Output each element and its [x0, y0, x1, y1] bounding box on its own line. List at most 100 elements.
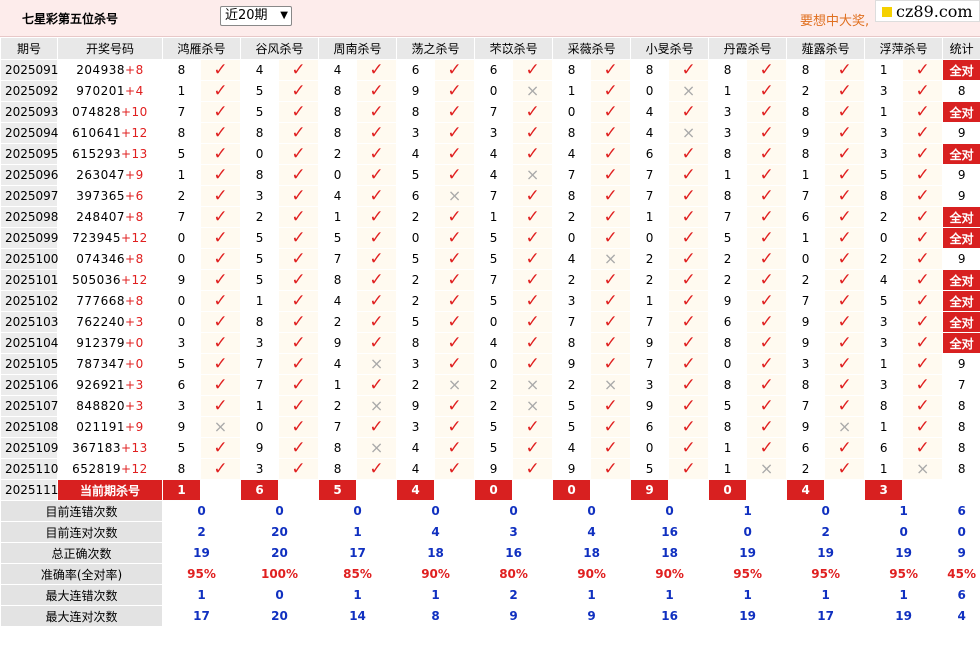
current-kill-spacer: [668, 479, 710, 501]
check-icon: ✓: [369, 80, 384, 101]
kill-value: 3: [864, 143, 904, 165]
row-stat: 9: [942, 164, 980, 186]
kill-mark: ✓: [199, 332, 242, 354]
stats-value: 95%: [161, 563, 242, 585]
kill-value: 0: [162, 311, 201, 333]
kill-value: 9: [162, 416, 201, 438]
kill-value: 3: [396, 416, 436, 438]
kill-mark: ✓: [590, 332, 632, 354]
stats-value: 16: [474, 542, 554, 564]
kill-value: 6: [630, 416, 670, 438]
draw-number: 762240+3: [57, 311, 163, 333]
kill-value: 5: [474, 416, 514, 438]
check-icon: ✓: [759, 80, 774, 101]
kill-mark: ✓: [902, 101, 944, 123]
kill-value: 8: [318, 80, 358, 102]
kill-mark: ✓: [512, 185, 554, 207]
kill-value: 0: [552, 101, 592, 123]
check-icon: ✓: [291, 185, 306, 206]
kill-mark: ✓: [902, 290, 944, 312]
check-icon: ✓: [447, 332, 462, 353]
kill-value: 8: [786, 101, 826, 123]
check-icon: ✓: [837, 458, 852, 479]
check-icon: ✓: [915, 185, 930, 206]
kill-value: 1: [474, 206, 514, 228]
check-icon: ✓: [837, 374, 852, 395]
kill-mark: ✓: [590, 458, 632, 480]
kill-mark: ✓: [278, 101, 320, 123]
draw-extra: +9: [125, 420, 144, 434]
kill-value: 7: [162, 206, 201, 228]
check-icon: ✓: [369, 227, 384, 248]
check-icon: ✓: [213, 185, 228, 206]
kill-value: 8: [162, 122, 201, 144]
promo-text[interactable]: 要想中大奖,: [800, 10, 869, 29]
stats-value: 45%: [942, 563, 980, 585]
kill-value: 3: [552, 290, 592, 312]
draw-extra: +3: [125, 315, 144, 329]
kill-mark: ✓: [590, 206, 632, 228]
stats-row: 总正确次数 19 20 17 18 16 18 18 19 19 19 9: [0, 542, 980, 564]
kill-mark: ✓: [590, 437, 632, 459]
kill-value: 8: [240, 311, 280, 333]
kill-value: 4: [552, 248, 592, 270]
draw-number: 367183+13: [57, 437, 163, 459]
column-header: 周南杀号: [318, 37, 398, 60]
kill-mark: ✓: [746, 437, 788, 459]
kill-value: 6: [474, 59, 514, 81]
check-icon: ✓: [759, 269, 774, 290]
kill-value: 2: [786, 80, 826, 102]
stats-value: 1: [708, 584, 788, 606]
stats-row: 最大连对次数 17 20 14 8 9 9 16 19 17 19 4: [0, 605, 980, 627]
kill-mark: ×: [746, 458, 788, 480]
kill-value: 1: [318, 206, 358, 228]
issue-number: 2025106: [0, 374, 58, 396]
kill-value: 1: [552, 80, 592, 102]
stats-value: 14: [318, 605, 398, 627]
draw-number: 652819+12: [57, 458, 163, 480]
stats-value: 0: [318, 500, 398, 522]
kill-mark: ✓: [434, 416, 476, 438]
kill-mark: ✓: [824, 290, 866, 312]
draw-extra: +8: [125, 294, 144, 308]
column-header: 鸿雁杀号: [161, 37, 242, 60]
check-icon: ✓: [447, 80, 462, 101]
kill-mark: ✓: [512, 248, 554, 270]
site-logo[interactable]: cz89.com: [875, 0, 980, 22]
kill-value: 8: [552, 185, 592, 207]
kill-value: 8: [162, 59, 201, 81]
draw-digits: 615293: [72, 147, 121, 161]
check-icon: ✓: [369, 458, 384, 479]
cross-icon: ×: [525, 165, 540, 184]
stats-value: 0: [786, 500, 866, 522]
kill-value: 9: [162, 269, 201, 291]
stats-value: 20: [240, 542, 320, 564]
stats-value: 0: [240, 584, 320, 606]
kill-value: 8: [396, 101, 436, 123]
check-icon: ✓: [759, 311, 774, 332]
draw-extra: +12: [120, 126, 148, 140]
draw-digits: 787347: [76, 357, 126, 371]
kill-mark: ✓: [434, 311, 476, 333]
kill-value: 8: [708, 332, 748, 354]
kill-value: 8: [630, 59, 670, 81]
draw-extra: +8: [125, 252, 144, 266]
current-kill-value: 1: [162, 479, 201, 501]
kill-mark: ✓: [746, 101, 788, 123]
kill-mark: ✓: [278, 269, 320, 291]
draw-digits: 367183: [72, 441, 121, 455]
kill-mark: ✓: [746, 290, 788, 312]
kill-mark: ✓: [590, 143, 632, 165]
stats-value: 16: [630, 521, 710, 543]
kill-value: 6: [630, 143, 670, 165]
kill-mark: ✓: [746, 416, 788, 438]
check-icon: ✓: [525, 59, 540, 80]
kill-mark: ✓: [512, 227, 554, 249]
kill-value: 8: [708, 416, 748, 438]
kill-mark: ×: [590, 374, 632, 396]
current-kill-value: 0: [552, 479, 592, 501]
period-select[interactable]: 近20期 ▼: [220, 6, 292, 26]
check-icon: ✓: [447, 248, 462, 269]
kill-value: 0: [474, 311, 514, 333]
check-icon: ✓: [603, 164, 618, 185]
